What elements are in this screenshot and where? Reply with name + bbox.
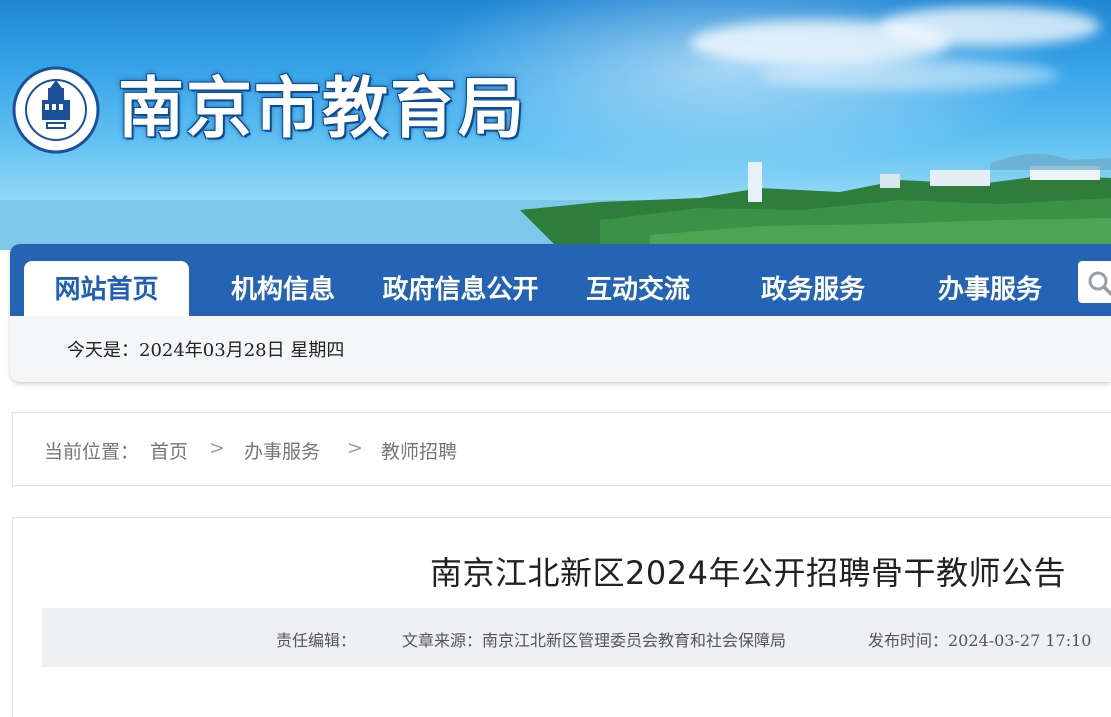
- cloud: [880, 6, 1100, 46]
- nav-item-interaction[interactable]: 互动交流: [558, 261, 718, 316]
- breadcrumb: 当前位置： 首页 > 办事服务 > 教师招聘: [12, 412, 1111, 486]
- header-banner: 南京市教育局: [0, 0, 1111, 250]
- cloud: [760, 60, 1060, 90]
- breadcrumb-link-services[interactable]: 办事服务: [244, 437, 320, 464]
- city-skyline: [0, 140, 1111, 250]
- main-nav: 网站首页 机构信息 政府信息公开 互动交流 政务服务 办事服务: [10, 244, 1111, 316]
- nav-item-organization[interactable]: 机构信息: [203, 261, 363, 316]
- article-meta-bar: 责任编辑： 文章来源：南京江北新区管理委员会教育和社会保障局 发布时间：2024…: [42, 608, 1111, 667]
- nav-item-services[interactable]: 办事服务: [910, 261, 1070, 316]
- breadcrumb-separator: >: [347, 437, 363, 459]
- meta-editor: 责任编辑：: [276, 631, 357, 650]
- current-date: 今天是：2024年03月28日 星期四: [67, 340, 345, 361]
- nav-item-home[interactable]: 网站首页: [24, 261, 189, 316]
- meta-source: 文章来源：南京江北新区管理委员会教育和社会保障局: [402, 631, 787, 650]
- search-button[interactable]: [1078, 261, 1111, 303]
- meta-published: 发布时间：2024-03-27 17:10: [868, 631, 1092, 650]
- nav-item-gov-services[interactable]: 政务服务: [733, 261, 893, 316]
- breadcrumb-link-teacher-recruitment[interactable]: 教师招聘: [381, 437, 457, 464]
- breadcrumb-separator: >: [209, 437, 225, 459]
- nav-item-gov-info[interactable]: 政府信息公开: [368, 261, 553, 316]
- breadcrumb-prefix: 当前位置：: [44, 441, 140, 463]
- article-title: 南京江北新区2024年公开招聘骨干教师公告: [430, 554, 1066, 592]
- search-icon: [1088, 271, 1111, 296]
- breadcrumb-link-home[interactable]: 首页: [150, 437, 188, 464]
